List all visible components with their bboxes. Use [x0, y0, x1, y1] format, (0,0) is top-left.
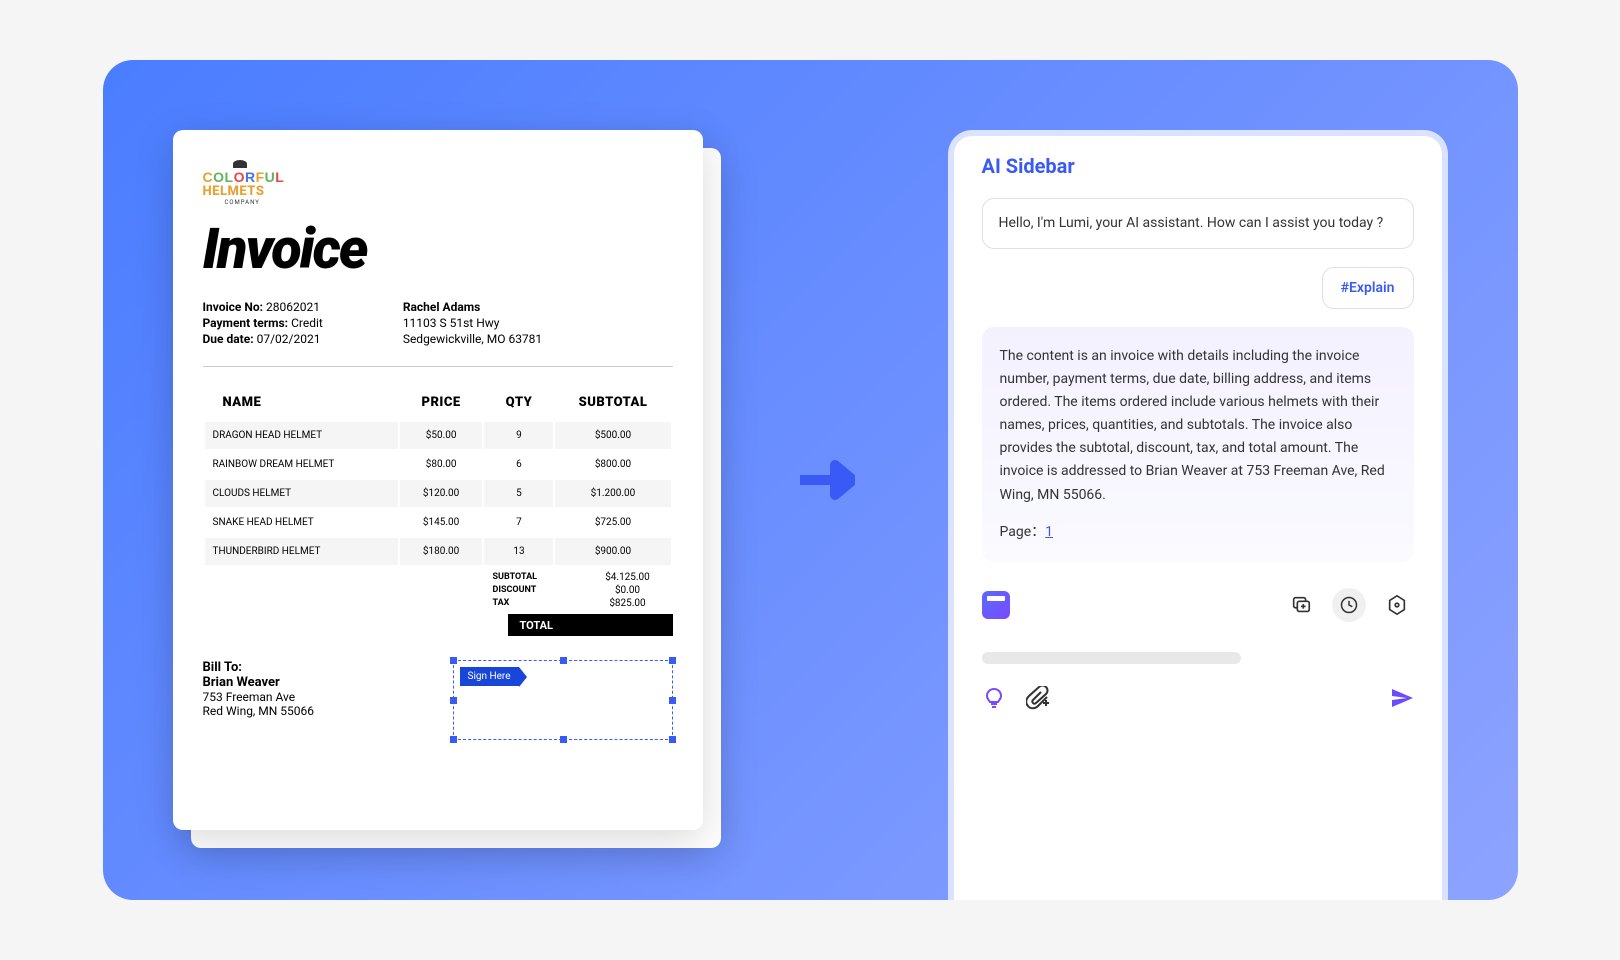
arrow-right-icon: [795, 450, 855, 510]
invoice-title: Invoice: [203, 216, 673, 282]
bill-to-title: Bill To:: [203, 660, 315, 675]
tax-label: TAX: [493, 598, 583, 609]
payment-terms-label: Payment terms:: [203, 316, 289, 330]
table-row: THUNDERBIRD HELMET$180.0013$900.00: [205, 538, 671, 565]
attachment-icon[interactable]: [1026, 686, 1050, 710]
invoice-no-value: 28062021: [266, 300, 320, 314]
explain-chip[interactable]: #Explain: [1322, 267, 1414, 309]
document-stack: COLORFUL HELMETS COMPANY Invoice Invoice…: [173, 130, 703, 830]
bill-to-name: Brian Weaver: [203, 675, 315, 690]
bill-from-addr2: Sedgewickville, MO 63781: [403, 332, 542, 346]
subtotal-value: $4.125.00: [583, 572, 673, 583]
chat-input[interactable]: [982, 652, 1241, 664]
discount-value: $0.00: [583, 585, 673, 596]
bill-to-block: Bill To: Brian Weaver 753 Freeman Ave Re…: [203, 660, 315, 718]
row-price: $50.00: [400, 422, 483, 449]
row-name: CLOUDS HELMET: [205, 480, 398, 507]
row-subtotal: $725.00: [555, 509, 670, 536]
ai-response: The content is an invoice with details i…: [982, 327, 1414, 562]
row-qty: 9: [484, 422, 553, 449]
invoice-no-label: Invoice No:: [203, 300, 264, 314]
invoice-document[interactable]: COLORFUL HELMETS COMPANY Invoice Invoice…: [173, 130, 703, 830]
settings-hex-icon[interactable]: [1380, 588, 1414, 622]
row-qty: 5: [484, 480, 553, 507]
app-badge-icon[interactable]: [982, 591, 1010, 619]
tax-value: $825.00: [583, 598, 673, 609]
invoice-table: NAME PRICE QTY SUBTOTAL DRAGON HEAD HELM…: [203, 385, 673, 567]
row-qty: 13: [484, 538, 553, 565]
bill-from-addr1: 11103 S 51st Hwy: [403, 316, 542, 330]
invoice-totals: SUBTOTAL$4.125.00 DISCOUNT$0.00 TAX$825.…: [203, 571, 673, 610]
logo-line-1: COLORFUL: [203, 170, 285, 184]
invoice-meta: Invoice No: 28062021 Payment terms: Cred…: [203, 300, 673, 348]
logo-line-2: HELMETS: [203, 184, 265, 199]
row-name: SNAKE HEAD HELMET: [205, 509, 398, 536]
sidebar-toolbar: [982, 588, 1414, 622]
sign-here-tag: Sign Here: [460, 667, 519, 686]
col-price: PRICE: [400, 387, 483, 420]
table-row: SNAKE HEAD HELMET$145.007$725.00: [205, 509, 671, 536]
response-text: The content is an invoice with details i…: [1000, 345, 1396, 507]
row-subtotal: $800.00: [555, 451, 670, 478]
row-name: DRAGON HEAD HELMET: [205, 422, 398, 449]
row-price: $120.00: [400, 480, 483, 507]
row-subtotal: $500.00: [555, 422, 670, 449]
page-link[interactable]: 1: [1045, 524, 1053, 540]
row-subtotal: $1.200.00: [555, 480, 670, 507]
row-name: RAINBOW DREAM HELMET: [205, 451, 398, 478]
payment-terms-value: Credit: [291, 316, 323, 330]
sidebar-title: AI Sidebar: [982, 154, 1414, 178]
page-label: Page：: [1000, 524, 1046, 540]
due-date-value: 07/02/2021: [257, 332, 321, 346]
col-subtotal: SUBTOTAL: [555, 387, 670, 420]
due-date-label: Due date:: [203, 332, 254, 346]
row-name: THUNDERBIRD HELMET: [205, 538, 398, 565]
lightbulb-icon[interactable]: [982, 686, 1006, 710]
ai-sidebar-panel: AI Sidebar Hello, I'm Lumi, your AI assi…: [948, 130, 1448, 900]
logo-line-3: COMPANY: [225, 199, 260, 206]
row-qty: 7: [484, 509, 553, 536]
send-icon[interactable]: [1390, 686, 1414, 710]
row-price: $80.00: [400, 451, 483, 478]
total-bar: TOTAL: [508, 614, 673, 636]
row-price: $180.00: [400, 538, 483, 565]
company-logo: COLORFUL HELMETS COMPANY: [203, 160, 673, 206]
table-row: CLOUDS HELMET$120.005$1.200.00: [205, 480, 671, 507]
table-row: RAINBOW DREAM HELMET$80.006$800.00: [205, 451, 671, 478]
table-row: DRAGON HEAD HELMET$50.009$500.00: [205, 422, 671, 449]
bill-from-name: Rachel Adams: [403, 300, 481, 314]
chat-add-icon[interactable]: [1284, 588, 1318, 622]
row-subtotal: $900.00: [555, 538, 670, 565]
greeting-message: Hello, I'm Lumi, your AI assistant. How …: [982, 198, 1414, 249]
col-qty: QTY: [484, 387, 553, 420]
row-qty: 6: [484, 451, 553, 478]
helmet-icon: [233, 160, 247, 168]
subtotal-label: SUBTOTAL: [493, 572, 583, 583]
signature-field[interactable]: Sign Here: [453, 660, 673, 740]
discount-label: DISCOUNT: [493, 585, 583, 596]
page-reference: Page：1: [1000, 521, 1396, 544]
history-icon[interactable]: [1332, 588, 1366, 622]
canvas: COLORFUL HELMETS COMPANY Invoice Invoice…: [103, 60, 1518, 900]
bill-to-addr1: 753 Freeman Ave: [203, 690, 315, 704]
divider: [203, 366, 673, 367]
bill-to-addr2: Red Wing, MN 55066: [203, 704, 315, 718]
row-price: $145.00: [400, 509, 483, 536]
col-name: NAME: [205, 387, 398, 420]
